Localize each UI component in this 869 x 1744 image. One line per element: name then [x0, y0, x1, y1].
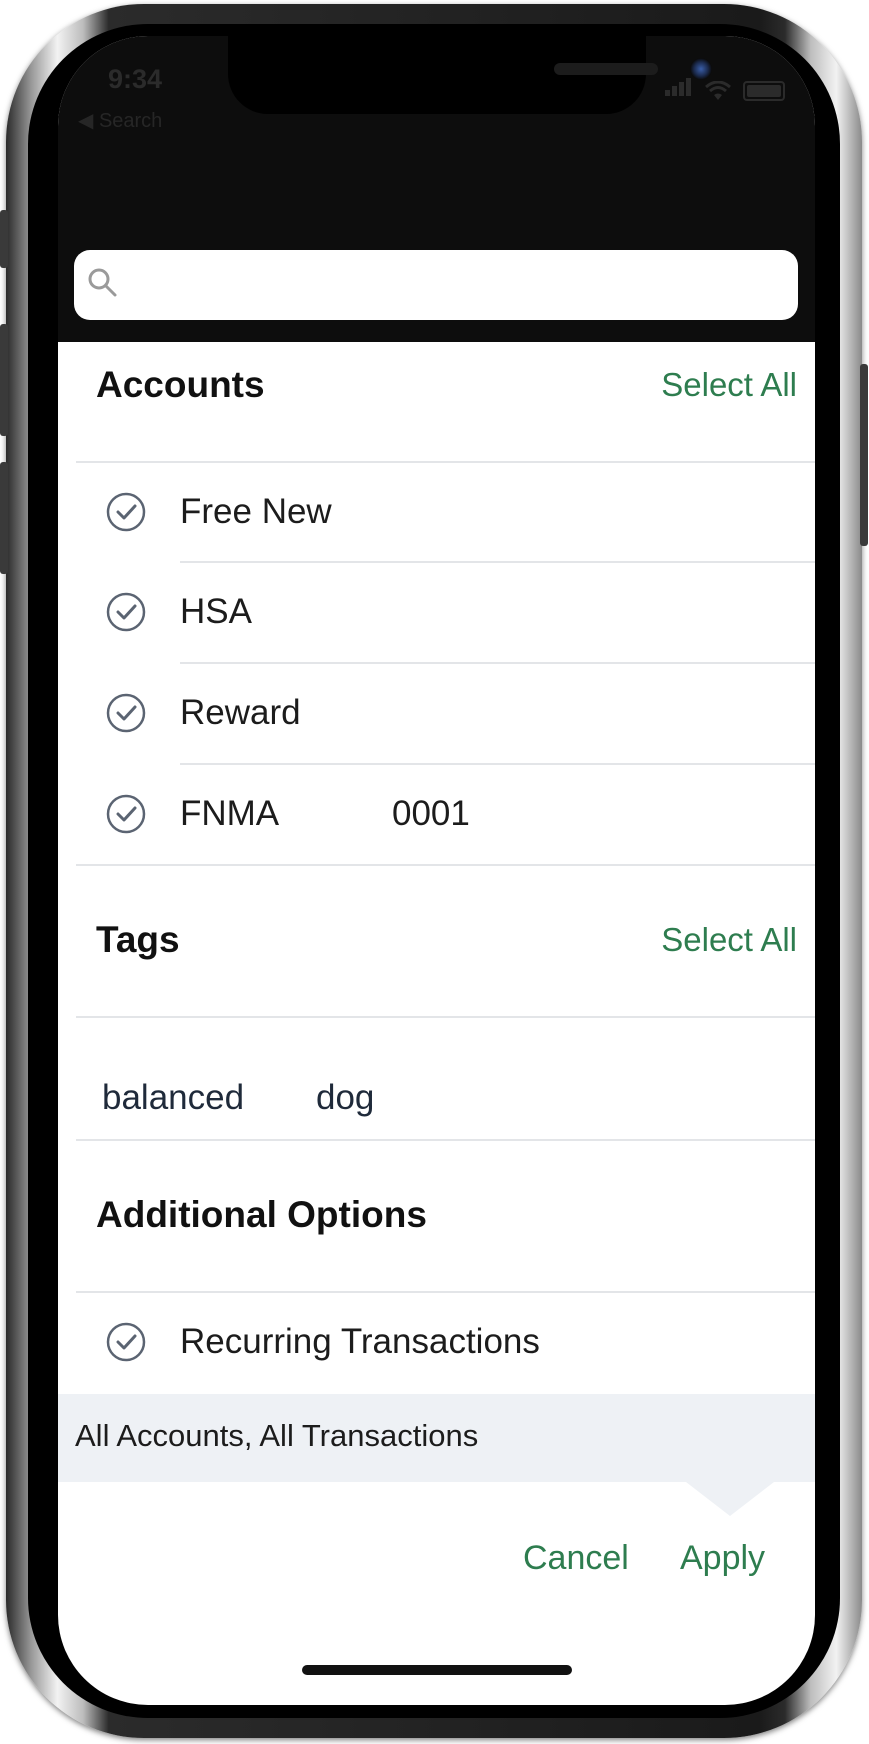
speaker-grille — [554, 63, 658, 75]
account-label: FNMA — [180, 794, 280, 833]
power-button — [860, 364, 868, 546]
status-icons — [665, 78, 785, 101]
account-number: 0001 — [392, 794, 470, 833]
checkmark-circle-icon — [106, 1322, 146, 1362]
notch — [228, 36, 712, 114]
account-row-reward[interactable]: Reward — [58, 663, 815, 763]
account-row-fnma[interactable]: FNMA 0001 — [58, 764, 815, 864]
tag-chip-balanced[interactable]: balanced — [102, 1078, 244, 1118]
cellular-signal-icon — [665, 78, 693, 101]
tag-chip-dog[interactable]: dog — [316, 1078, 374, 1118]
account-label: HSA — [180, 592, 252, 631]
option-label: Recurring Transactions — [180, 1322, 540, 1361]
checkmark-circle-icon — [106, 592, 146, 632]
header-area: 9:34 ◀ Search — [58, 36, 815, 342]
front-camera — [690, 58, 712, 80]
account-row-free-new[interactable]: Free New — [58, 462, 815, 562]
checkmark-circle-icon — [106, 794, 146, 834]
status-time: 9:34 — [108, 64, 163, 94]
apply-button[interactable]: Apply — [680, 1539, 765, 1578]
account-row-hsa[interactable]: HSA — [58, 562, 815, 662]
divider — [76, 1016, 815, 1018]
divider — [76, 864, 815, 866]
back-to-search-link[interactable]: ◀ Search — [78, 108, 162, 133]
home-indicator — [302, 1665, 572, 1675]
volume-down-button — [0, 462, 8, 574]
checkmark-circle-icon — [106, 492, 146, 532]
filter-summary-text: All Accounts, All Transactions — [75, 1418, 479, 1453]
summary-caret — [686, 1482, 774, 1516]
app-screen: 9:34 ◀ Search Accounts Select All Free N… — [58, 36, 815, 1705]
account-label: Free New — [180, 492, 332, 531]
search-bar[interactable] — [74, 250, 798, 320]
additional-options-title: Additional Options — [96, 1194, 427, 1235]
accounts-select-all-button[interactable]: Select All — [661, 366, 797, 404]
wifi-icon — [705, 81, 731, 100]
cancel-button[interactable]: Cancel — [523, 1539, 629, 1578]
checkmark-circle-icon — [106, 693, 146, 733]
search-input[interactable] — [130, 262, 784, 308]
search-icon — [88, 268, 117, 297]
volume-up-button — [0, 324, 8, 436]
accounts-section-title: Accounts — [96, 364, 265, 405]
option-row-recurring-transactions[interactable]: Recurring Transactions — [58, 1292, 815, 1392]
mute-switch — [0, 210, 8, 268]
divider — [76, 1139, 815, 1141]
tags-select-all-button[interactable]: Select All — [661, 921, 797, 959]
battery-icon — [743, 81, 785, 101]
account-label: Reward — [180, 693, 301, 732]
filter-summary-bar: All Accounts, All Transactions — [58, 1394, 815, 1482]
tags-section-title: Tags — [96, 919, 180, 960]
